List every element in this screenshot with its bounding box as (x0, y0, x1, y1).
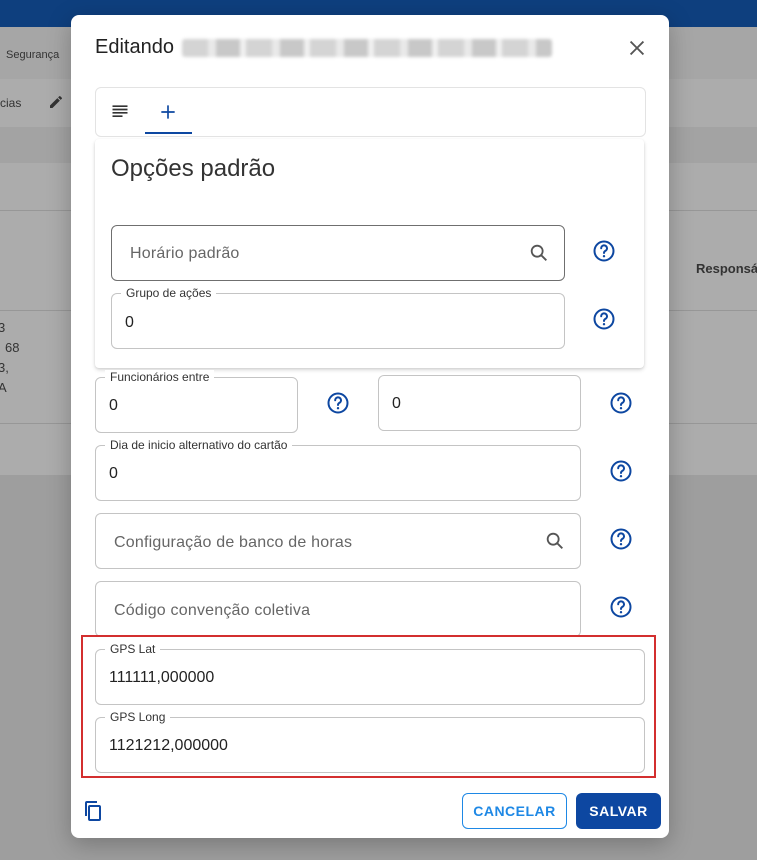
help-icon[interactable] (609, 391, 633, 415)
dialog-header: Editando (95, 36, 552, 59)
tab-extra-options[interactable] (144, 88, 192, 136)
close-icon[interactable] (626, 37, 648, 59)
cell-fragment: 3, (0, 360, 9, 375)
nav-item-seguranca[interactable]: Segurança (6, 49, 59, 61)
dia-inicio-label: Dia de inicio alternativo do cartão (105, 438, 293, 452)
banco-horas-placeholder: Configuração de banco de horas (114, 534, 353, 551)
section-title: Opções padrão (111, 155, 276, 182)
tab-details[interactable] (96, 88, 144, 136)
funcionarios-entre-field[interactable]: Funcionários entre 0 (95, 370, 298, 433)
horario-padrao-field[interactable]: Horário padrão (111, 225, 565, 281)
help-icon[interactable] (609, 459, 633, 483)
cell-fragment: 68 (5, 340, 20, 355)
convencao-coletiva-placeholder: Código convenção coletiva (114, 602, 311, 619)
edit-dialog: Editando Opções padrão Horário padrão Gr… (71, 15, 669, 838)
dialog-tabs (95, 87, 646, 137)
plus-icon (161, 105, 175, 119)
help-icon[interactable] (592, 307, 616, 331)
copy-icon[interactable] (81, 799, 105, 823)
search-icon[interactable] (544, 530, 566, 552)
funcionarios-entre-label: Funcionários entre (105, 370, 215, 384)
help-icon[interactable] (609, 527, 633, 551)
cell-fragment: 3 (0, 320, 6, 335)
funcionarios-entre-value: 0 (109, 397, 118, 414)
save-button[interactable]: SALVAR (576, 793, 661, 829)
toolbar-fragment: cias (0, 96, 22, 110)
help-icon[interactable] (592, 239, 616, 263)
search-icon[interactable] (528, 242, 550, 264)
help-icon[interactable] (609, 595, 633, 619)
active-tab-indicator (145, 132, 192, 134)
grupo-acoes-field[interactable]: Grupo de ações 0 (111, 286, 565, 349)
pencil-icon[interactable] (48, 94, 64, 110)
help-icon[interactable] (326, 391, 350, 415)
column-header-responsavel: Responsá (696, 261, 757, 276)
dia-inicio-value: 0 (109, 465, 118, 482)
cancel-button[interactable]: CANCELAR (462, 793, 567, 829)
horario-padrao-placeholder: Horário padrão (130, 245, 240, 262)
lines-icon (112, 105, 128, 117)
funcionarios-entre-max-field[interactable]: 0 (378, 375, 581, 431)
convencao-coletiva-field[interactable]: Código convenção coletiva (95, 581, 581, 637)
banco-horas-field[interactable]: Configuração de banco de horas (95, 513, 581, 569)
funcionarios-entre-max-value: 0 (392, 395, 401, 412)
grupo-acoes-value: 0 (125, 314, 134, 331)
highlight-box (81, 635, 656, 778)
cell-fragment: A (0, 380, 7, 395)
dialog-title: Editando (95, 36, 174, 58)
grupo-acoes-label: Grupo de ações (121, 286, 217, 300)
redacted-name (181, 38, 552, 57)
dia-inicio-field[interactable]: Dia de inicio alternativo do cartão 0 (95, 438, 581, 501)
